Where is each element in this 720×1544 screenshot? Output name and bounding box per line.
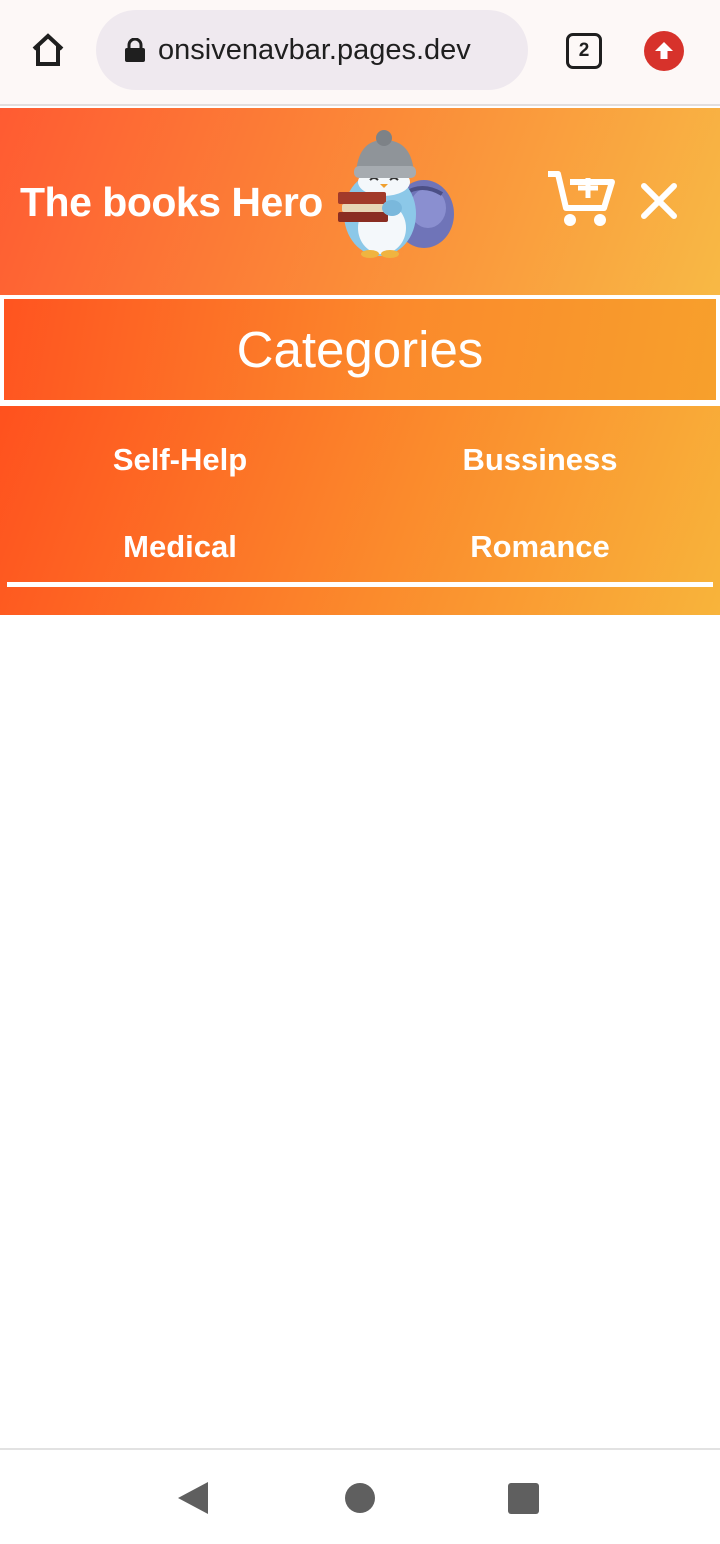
brand-title[interactable]: The books Hero [20,180,323,224]
close-icon[interactable] [636,178,682,224]
home-circle-icon[interactable] [344,1482,376,1514]
update-button[interactable] [644,31,684,71]
menu-divider [7,582,713,587]
category-menu: Self-Help Bussiness Medical Romance [0,406,720,615]
penguin-mascot-icon [338,130,454,258]
address-bar[interactable]: onsivenavbar.pages.dev [96,10,528,90]
category-business[interactable]: Bussiness [360,430,720,490]
browser-toolbar: onsivenavbar.pages.dev 2 [0,0,720,106]
category-self-help[interactable]: Self-Help [0,430,360,490]
category-medical[interactable]: Medical [0,517,360,577]
tab-switcher-button[interactable]: 2 [566,33,602,69]
site-header: The books Hero [0,108,720,295]
browser-home-button[interactable] [22,24,74,76]
back-triangle-icon[interactable] [176,1480,212,1516]
home-icon [32,33,64,66]
category-romance[interactable]: Romance [360,517,720,577]
categories-banner: Categories [0,295,720,404]
upload-arrow-icon [655,42,673,59]
categories-title[interactable]: Categories [237,320,484,380]
system-navigation-bar [0,1448,720,1544]
lock-icon [125,38,145,62]
url-text[interactable]: onsivenavbar.pages.dev [158,10,518,90]
recents-square-icon[interactable] [508,1483,539,1514]
cart-plus-icon[interactable] [546,168,616,230]
